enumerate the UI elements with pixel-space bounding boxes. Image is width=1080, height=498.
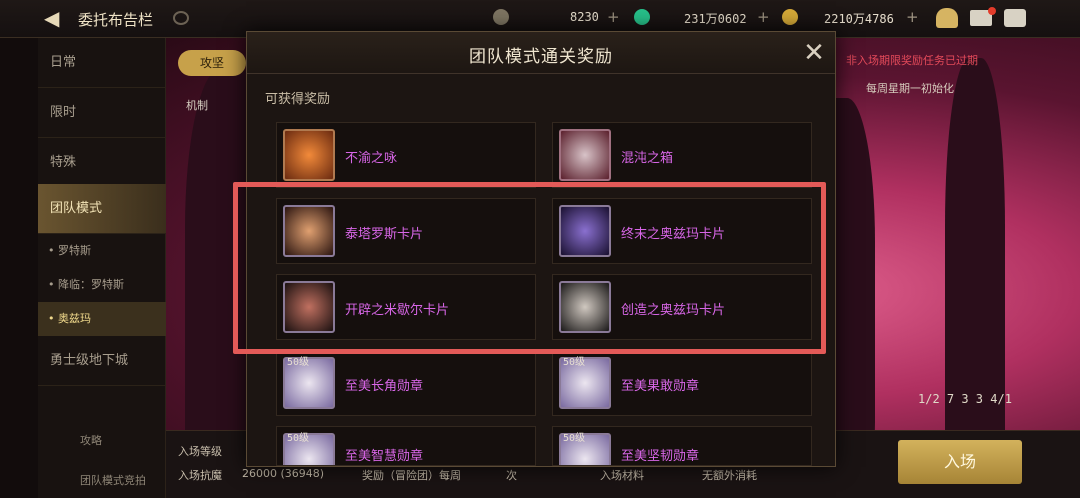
add-currency-1-button[interactable]: + — [607, 8, 620, 26]
entry-level-label: 入场等级 — [178, 445, 222, 458]
entry-material-label: 入场材料 — [600, 469, 644, 482]
modal-title: 团队模式通关奖励 — [469, 47, 613, 67]
sidebar-sub-ozma[interactable]: • 奥兹玛 — [38, 302, 166, 336]
raid-auction-link[interactable]: 团队模式竞拍 — [80, 472, 146, 488]
close-icon[interactable]: ✕ — [801, 40, 827, 66]
currency-3-value: 2210万4786 — [824, 12, 894, 26]
sidebar-sub-rotes-advent[interactable]: • 降临：罗特斯 — [38, 268, 166, 302]
sidebar-item-daily[interactable]: 日常 — [38, 38, 166, 88]
eye-icon[interactable] — [173, 11, 189, 25]
add-currency-2-button[interactable]: + — [757, 8, 770, 26]
page-title: 委托布告栏 — [78, 11, 154, 29]
guide-link[interactable]: 攻略 — [80, 432, 102, 448]
entry-fame-value: 26000 (36948) — [242, 467, 325, 480]
reward-item[interactable]: 混沌之箱 — [552, 122, 812, 188]
sidebar-item-limited[interactable]: 限时 — [38, 88, 166, 138]
reward-item[interactable]: 50级 至美智慧勋章 — [276, 426, 536, 466]
reward-item[interactable]: 50级 至美坚韧勋章 — [552, 426, 812, 466]
moon-currency-icon — [493, 9, 509, 25]
currency-1-value: 8230 — [570, 10, 599, 24]
reward-level-badge: 50级 — [287, 433, 310, 444]
reward-name: 混沌之箱 — [621, 151, 674, 166]
chaos-box-icon — [559, 129, 611, 181]
notification-dot-icon — [988, 7, 996, 15]
card-rewards-highlight-box — [233, 182, 826, 354]
reward-name: 至美智慧勋章 — [345, 449, 424, 464]
tab-attack[interactable]: 攻坚 — [178, 50, 246, 76]
enter-button[interactable]: 入场 — [898, 440, 1022, 484]
weekly-reset-text: 每周星期一初始化 — [866, 82, 954, 95]
available-rewards-heading: 可获得奖励 — [265, 92, 331, 107]
mechanics-label[interactable]: 机制 — [186, 97, 208, 113]
sidebar-item-special[interactable]: 特殊 — [38, 138, 166, 188]
reward-item[interactable]: 50级 至美长角勋章 — [276, 350, 536, 416]
gold-coin-icon — [782, 9, 798, 25]
reward-name: 至美坚韧勋章 — [621, 449, 700, 464]
chat-icon[interactable] — [1004, 9, 1026, 27]
expired-warning-text: 非入场期限奖励任务已过期 — [846, 54, 978, 67]
back-arrow-icon[interactable]: ◀ — [44, 6, 68, 30]
cake-icon[interactable] — [936, 8, 958, 28]
currency-2-value: 231万0602 — [684, 12, 747, 26]
reward-item[interactable]: 50级 至美果敢勋章 — [552, 350, 812, 416]
reward-weekly-label: 奖励（冒险团）每周 — [362, 469, 461, 482]
game-screen: ◀ 委托布告栏 8230 + 231万0602 + 2210万4786 + 日常… — [0, 0, 1080, 498]
reward-count-suffix: 次 — [506, 469, 517, 482]
sidebar: 日常 限时 特殊 团队模式 • 罗特斯 • 降临：罗特斯 • 奥兹玛 勇士级地下… — [38, 38, 166, 498]
reward-level-badge: 50级 — [287, 357, 310, 368]
party-count-readout: 1/2 7 3 3 4/1 — [918, 392, 1012, 406]
add-currency-3-button[interactable]: + — [906, 8, 919, 26]
entry-material-value: 无额外消耗 — [702, 469, 757, 482]
reward-level-badge: 50级 — [563, 357, 586, 368]
reward-item[interactable]: 不渝之咏 — [276, 122, 536, 188]
reward-name: 至美长角勋章 — [345, 379, 424, 394]
gem-currency-icon — [634, 9, 650, 25]
reward-name: 至美果敢勋章 — [621, 379, 700, 394]
sidebar-item-raid[interactable]: 团队模式 — [38, 184, 166, 234]
sidebar-item-warrior-dungeon[interactable]: 勇士级地下城 — [38, 336, 166, 386]
song-item-icon — [283, 129, 335, 181]
sidebar-sub-rotes[interactable]: • 罗特斯 — [38, 234, 166, 268]
entry-fame-label: 入场抗魔 — [178, 469, 222, 482]
reward-level-badge: 50级 — [563, 433, 586, 444]
reward-name: 不渝之咏 — [345, 151, 398, 166]
modal-header: 团队模式通关奖励 ✕ — [247, 32, 835, 74]
